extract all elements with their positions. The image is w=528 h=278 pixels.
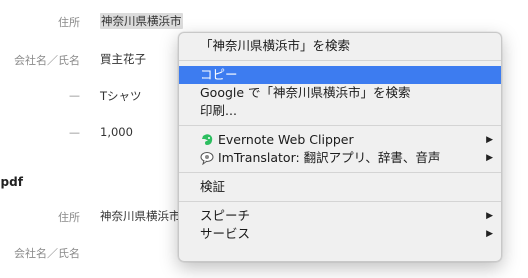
menu-item-label: 印刷...: [200, 103, 237, 118]
menu-item-copy[interactable]: コピー: [179, 66, 501, 84]
submenu-arrow-icon: ▶: [486, 135, 493, 145]
menu-item-label: 「神奈川県横浜市」を検索: [200, 38, 351, 53]
address-label: 住所: [58, 16, 80, 29]
menu-item-services[interactable]: サービス ▶: [179, 225, 501, 243]
menu-separator: [179, 60, 501, 61]
menu-item-label: ImTranslator: 翻訳アプリ、辞書、音声: [218, 150, 441, 165]
menu-item-inspect[interactable]: 検証: [179, 178, 501, 196]
section-title: .pdf: [0, 175, 23, 189]
menu-item-speech[interactable]: スピーチ ▶: [179, 207, 501, 225]
menu-item-google-search[interactable]: Google で「神奈川県横浜市」を検索: [179, 84, 501, 102]
menu-item-print[interactable]: 印刷...: [179, 102, 501, 120]
menu-separator: [179, 125, 501, 126]
context-menu: 「神奈川県横浜市」を検索 コピー Google で「神奈川県横浜市」を検索 印刷…: [178, 32, 502, 262]
submenu-arrow-icon: ▶: [486, 153, 493, 163]
page: 住所 神奈川県横浜市 会社名／氏名 買主花子 — Tシャツ — 1,000 .p…: [0, 0, 528, 278]
item-value: Tシャツ: [100, 89, 142, 103]
menu-item-label: コピー: [200, 67, 238, 82]
price-value: 1,000: [100, 125, 133, 139]
menu-item-label: Google で「神奈川県横浜市」を検索: [200, 85, 411, 100]
address-value[interactable]: 神奈川県横浜市: [100, 13, 183, 29]
submenu-arrow-icon: ▶: [486, 211, 493, 221]
company-label-2: 会社名／氏名: [14, 247, 80, 260]
menu-item-label: Evernote Web Clipper: [218, 132, 354, 147]
submenu-arrow-icon: ▶: [486, 229, 493, 239]
company-label: 会社名／氏名: [14, 54, 80, 67]
price-label: —: [69, 126, 80, 139]
selected-text[interactable]: 神奈川県横浜市: [100, 13, 183, 29]
address-value-2: 神奈川県横浜市: [100, 209, 180, 223]
address-label-2: 住所: [58, 211, 80, 224]
menu-item-label: スピーチ: [200, 208, 251, 223]
menu-item-search-selection[interactable]: 「神奈川県横浜市」を検索: [179, 37, 501, 55]
menu-separator: [179, 172, 501, 173]
company-value: 買主花子: [100, 52, 146, 66]
item-label: —: [69, 89, 80, 102]
menu-item-label: サービス: [200, 226, 251, 241]
menu-separator: [179, 201, 501, 202]
menu-item-label: 検証: [200, 179, 226, 194]
menu-item-evernote[interactable]: Evernote Web Clipper ▶: [179, 131, 501, 149]
menu-item-imtranslator[interactable]: ImTranslator: 翻訳アプリ、辞書、音声 ▶: [179, 149, 501, 167]
speech-bubble-icon: [200, 151, 214, 165]
evernote-icon: [200, 133, 214, 147]
